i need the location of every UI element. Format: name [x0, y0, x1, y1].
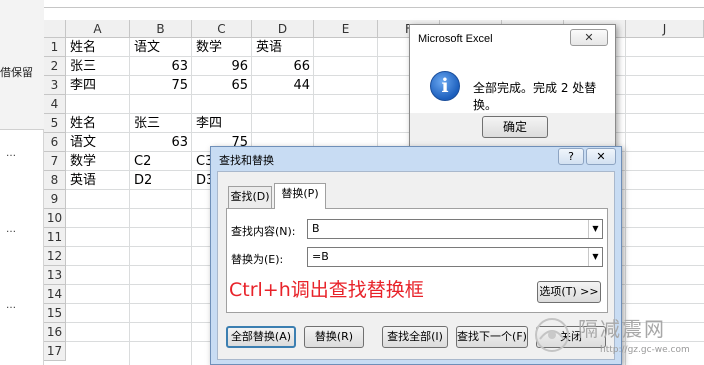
- watermark-url: http://gz.gc-we.com: [600, 345, 690, 355]
- watermark-logo-icon: [535, 318, 569, 352]
- row-header-5[interactable]: 5: [44, 114, 66, 133]
- find-next-button[interactable]: 查找下一个(F): [456, 326, 528, 348]
- cell-b5[interactable]: 张三: [130, 114, 192, 133]
- cell-a8[interactable]: 英语: [66, 171, 130, 190]
- message-box-titlebar: Microsoft Excel ✕: [410, 25, 615, 53]
- row-header-11[interactable]: 11: [44, 228, 66, 247]
- find-what-field[interactable]: B ▼: [307, 219, 603, 239]
- row-header-2[interactable]: 2: [44, 57, 66, 76]
- cell-a7[interactable]: 数学: [66, 152, 130, 171]
- row-header-6[interactable]: 6: [44, 133, 66, 152]
- find-dropdown-icon[interactable]: ▼: [588, 220, 602, 238]
- row-header-3[interactable]: 3: [44, 76, 66, 95]
- replace-all-button[interactable]: 全部替换(A): [226, 326, 296, 348]
- dialog-title: 查找和替换: [219, 154, 274, 167]
- replace-dropdown-icon[interactable]: ▼: [588, 248, 602, 266]
- message-box-close-button[interactable]: ✕: [570, 29, 608, 46]
- row-header-15[interactable]: 15: [44, 304, 66, 323]
- row-header-9[interactable]: 9: [44, 190, 66, 209]
- excel-message-box: Microsoft Excel ✕ i 全部完成。完成 2 处替换。 确定: [409, 24, 616, 148]
- col-header-j[interactable]: J: [626, 20, 704, 38]
- select-all-corner[interactable]: [44, 20, 66, 38]
- row-header-14[interactable]: 14: [44, 285, 66, 304]
- watermark: 隔减震网 http://gz.gc-we.com: [532, 313, 704, 365]
- row-header-13[interactable]: 13: [44, 266, 66, 285]
- cell-a2[interactable]: 张三: [66, 57, 130, 76]
- cell-b1[interactable]: 语文: [130, 38, 192, 57]
- cell-b8[interactable]: D2: [130, 171, 192, 190]
- replace-button[interactable]: 替换(R): [304, 326, 364, 348]
- col-header-a[interactable]: A: [66, 20, 130, 38]
- ellipsis-3: …: [6, 300, 16, 311]
- cell-d2[interactable]: 66: [252, 57, 314, 76]
- cell-a5[interactable]: 姓名: [66, 114, 130, 133]
- find-what-value: B: [312, 222, 320, 235]
- replace-tab-panel: 查找内容(N): B ▼ 替换为(E): =B ▼ Ctrl+h调出查找替换框 …: [226, 208, 608, 313]
- ok-button[interactable]: 确定: [482, 116, 548, 138]
- ellipsis-2: …: [6, 224, 16, 235]
- cell-d3[interactable]: 44: [252, 76, 314, 95]
- info-icon: i: [430, 71, 460, 101]
- help-button[interactable]: ?: [558, 148, 584, 165]
- annotation-text: Ctrl+h调出查找替换框: [229, 279, 424, 301]
- ellipsis-1: …: [6, 148, 16, 159]
- message-box-body: i 全部完成。完成 2 处替换。: [410, 53, 615, 113]
- task-pane: 借保留 … … …: [0, 0, 44, 365]
- cell-c1[interactable]: 数学: [192, 38, 252, 57]
- cell-a3[interactable]: 李四: [66, 76, 130, 95]
- row-header-7[interactable]: 7: [44, 152, 66, 171]
- cell-c5[interactable]: 李四: [192, 114, 252, 133]
- cell-b6[interactable]: 63: [130, 133, 192, 152]
- row-header-17[interactable]: 17: [44, 342, 66, 361]
- cell-c2[interactable]: 96: [192, 57, 252, 76]
- replace-with-field[interactable]: =B ▼: [307, 247, 603, 267]
- row-header-4[interactable]: 4: [44, 95, 66, 114]
- watermark-title: 隔减震网: [578, 317, 666, 341]
- cell-d1[interactable]: 英语: [252, 38, 314, 57]
- cell-a1[interactable]: 姓名: [66, 38, 130, 57]
- formula-bar-edge: [44, 0, 704, 8]
- col-header-c[interactable]: C: [192, 20, 252, 38]
- find-what-label: 查找内容(N):: [231, 225, 296, 238]
- col-header-d[interactable]: D: [252, 20, 314, 38]
- options-button[interactable]: 选项(T) >>: [537, 281, 601, 303]
- tab-find[interactable]: 查找(D): [228, 186, 272, 208]
- replace-with-value: =B: [312, 250, 329, 263]
- row-header-8[interactable]: 8: [44, 171, 66, 190]
- row-header-12[interactable]: 12: [44, 247, 66, 266]
- col-header-b[interactable]: B: [130, 20, 192, 38]
- dialog-close-button[interactable]: ✕: [586, 148, 616, 165]
- cell-a6[interactable]: 语文: [66, 133, 130, 152]
- keep-label[interactable]: 借保留: [0, 64, 33, 80]
- cell-b2[interactable]: 63: [130, 57, 192, 76]
- tab-replace[interactable]: 替换(P): [274, 183, 326, 209]
- find-all-button[interactable]: 查找全部(I): [382, 326, 448, 348]
- cell-b3[interactable]: 75: [130, 76, 192, 95]
- message-box-title: Microsoft Excel: [418, 33, 493, 45]
- row-header-1[interactable]: 1: [44, 38, 66, 57]
- cell-b7[interactable]: C2: [130, 152, 192, 171]
- replace-with-label: 替换为(E):: [231, 253, 284, 266]
- col-header-e[interactable]: E: [314, 20, 378, 38]
- message-text: 全部完成。完成 2 处替换。: [473, 81, 597, 112]
- row-header-10[interactable]: 10: [44, 209, 66, 228]
- row-header-16[interactable]: 16: [44, 323, 66, 342]
- cell-c3[interactable]: 65: [192, 76, 252, 95]
